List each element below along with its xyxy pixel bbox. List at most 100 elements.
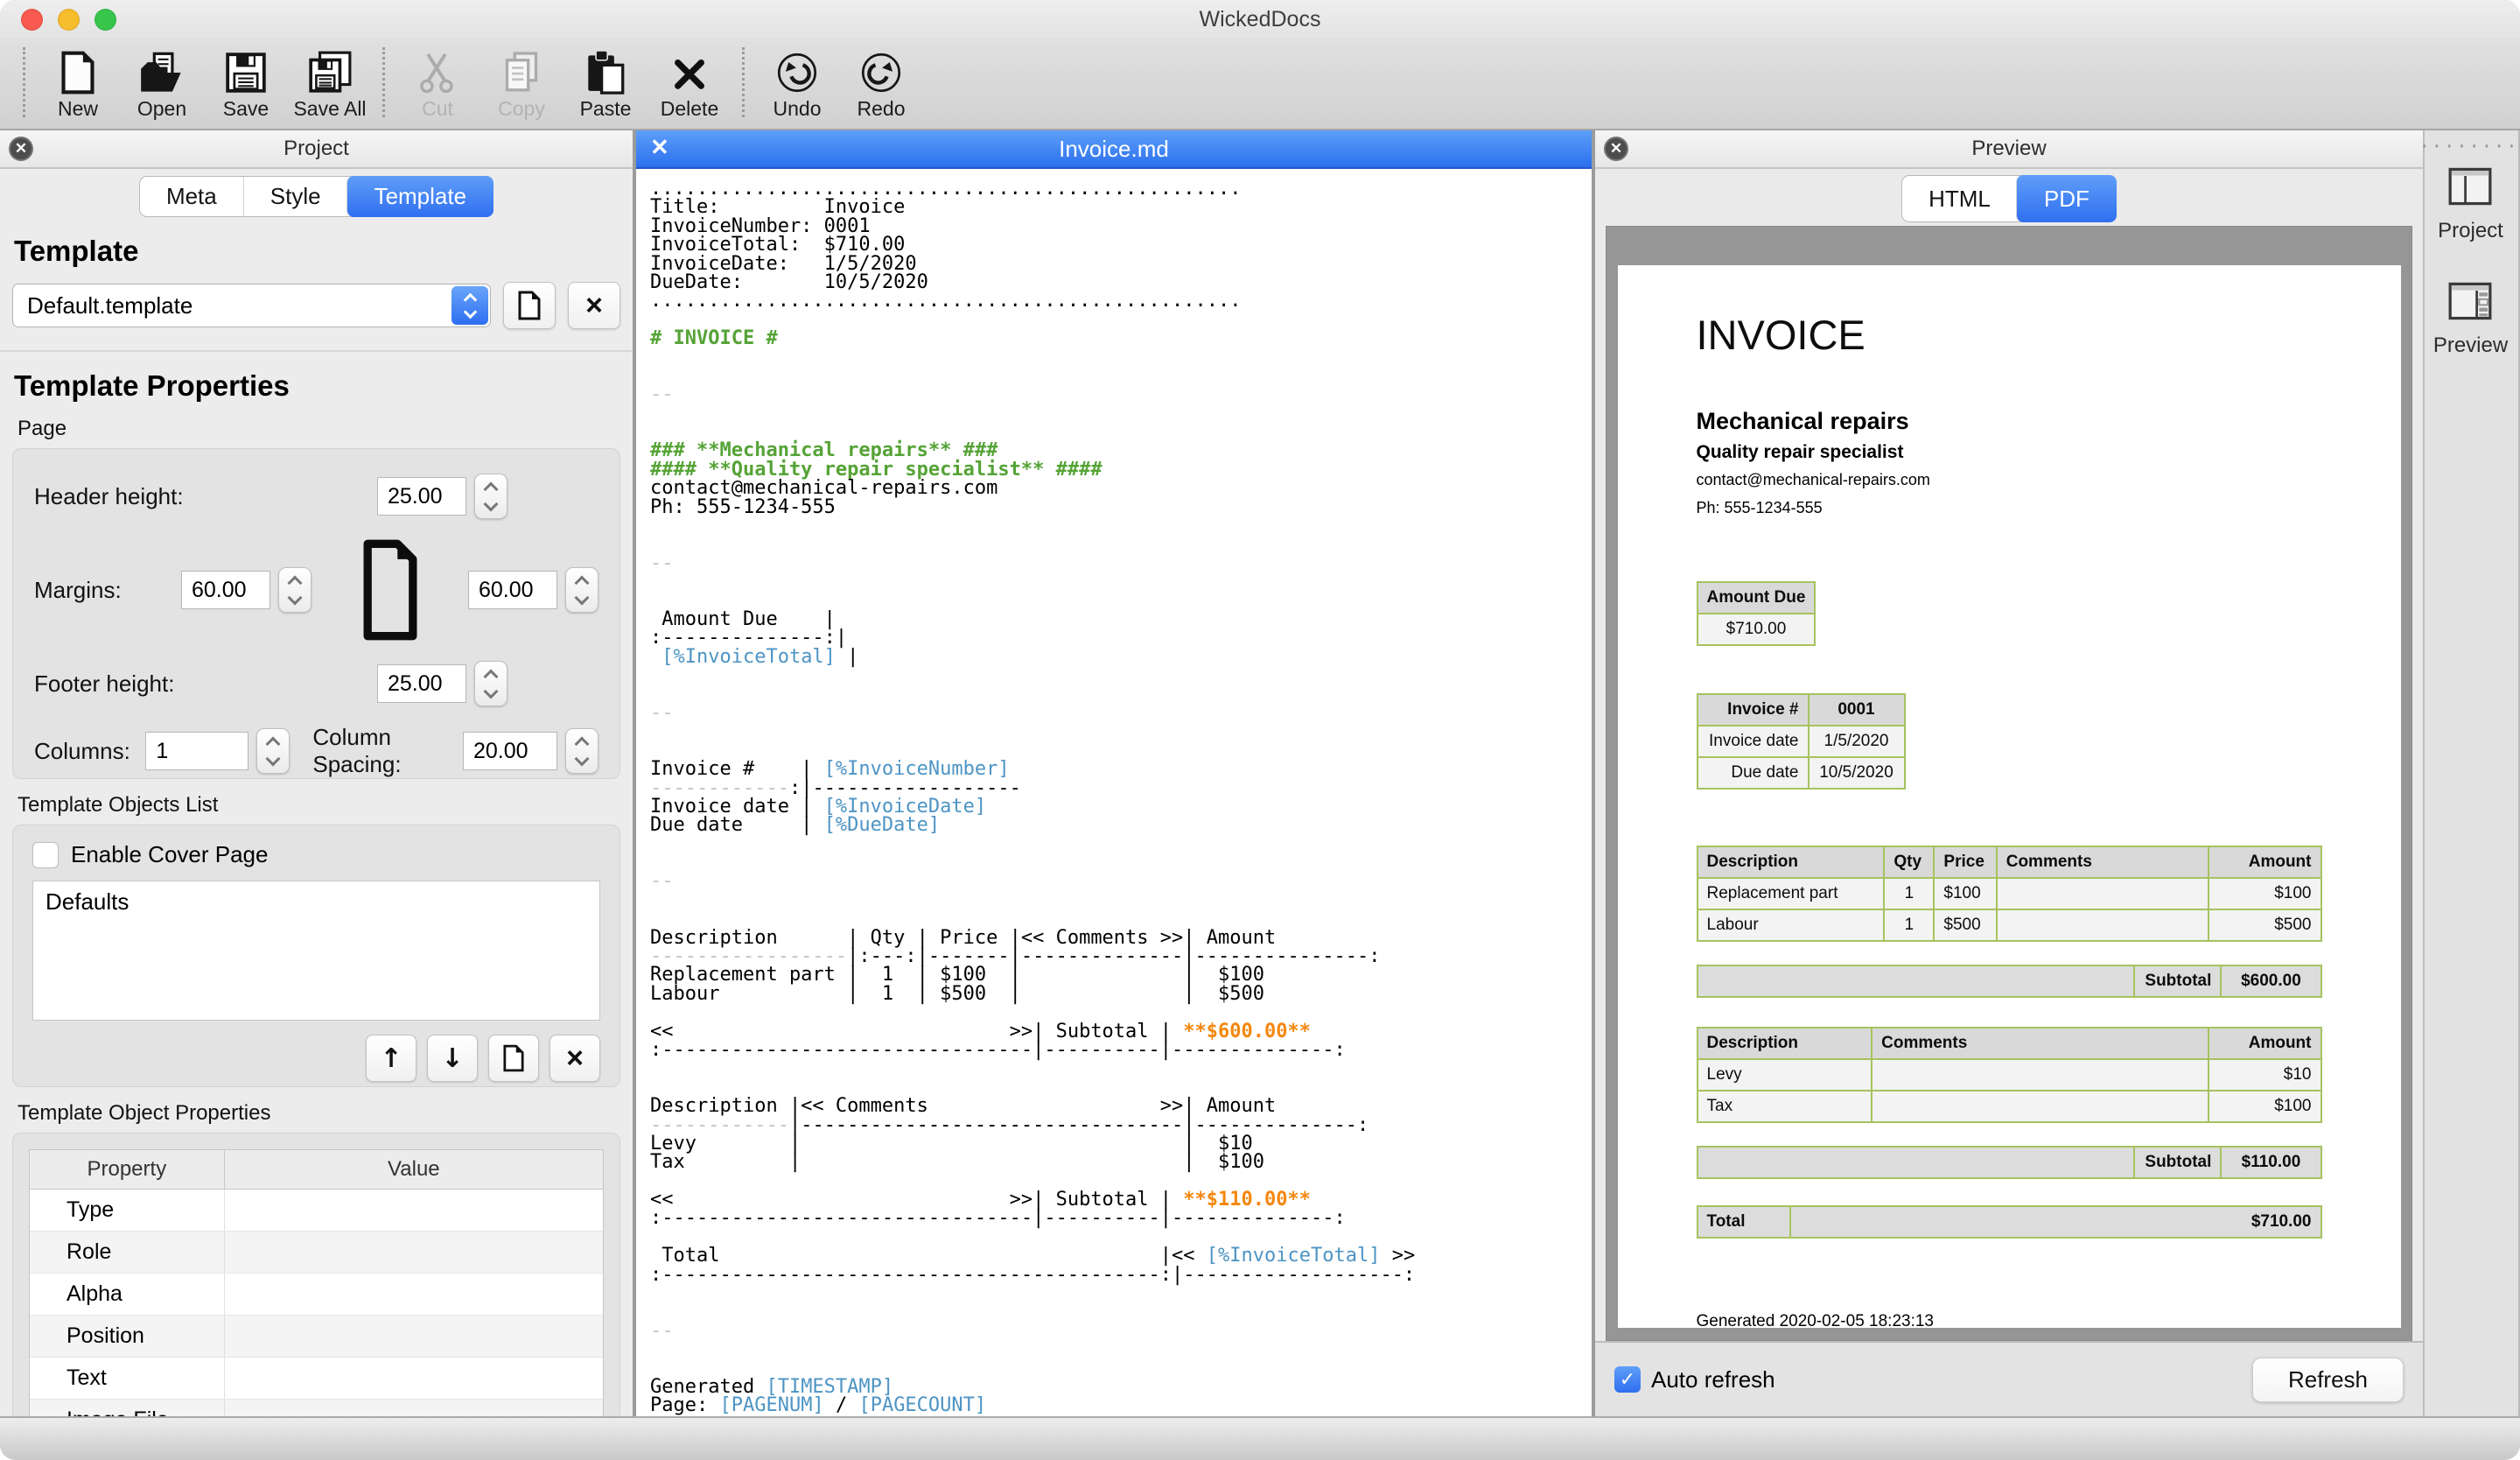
- editor-line[interactable]: [650, 367, 1592, 385]
- editor-line[interactable]: Labour | 1 | $500 | | $500: [650, 985, 1592, 1003]
- editor-line[interactable]: [650, 1078, 1592, 1097]
- copy-button[interactable]: Copy: [480, 42, 564, 121]
- undo-button[interactable]: Undo: [755, 42, 839, 121]
- property-row[interactable]: Role: [30, 1232, 603, 1274]
- editor-line[interactable]: [650, 835, 1592, 853]
- property-row[interactable]: Text: [30, 1358, 603, 1400]
- new-button[interactable]: New: [36, 42, 120, 121]
- editor-line[interactable]: [650, 592, 1592, 610]
- open-button[interactable]: Open: [120, 42, 204, 121]
- delete-template-button[interactable]: ×: [568, 282, 620, 329]
- editor-line[interactable]: Replacement part | 1 | $100 | | $100: [650, 965, 1592, 984]
- tab-style[interactable]: Style: [243, 177, 347, 216]
- editor-line[interactable]: [650, 891, 1592, 909]
- editor-line[interactable]: :---------------------------------------…: [650, 1266, 1592, 1284]
- move-object-down-button[interactable]: ↓: [427, 1035, 478, 1082]
- minimize-window-button[interactable]: [58, 9, 80, 31]
- editor-line[interactable]: ........................................…: [650, 179, 1592, 198]
- tab-pdf[interactable]: PDF: [2016, 175, 2117, 222]
- editor-content[interactable]: ........................................…: [636, 169, 1592, 1416]
- editor-line[interactable]: [650, 741, 1592, 760]
- editor-line[interactable]: InvoiceTotal: $710.00: [650, 235, 1592, 254]
- editor-line[interactable]: Tax | | $100: [650, 1153, 1592, 1171]
- move-object-up-button[interactable]: ↑: [366, 1035, 416, 1082]
- editor-line[interactable]: << >>| Subtotal | **$110.00**: [650, 1190, 1592, 1209]
- editor-line[interactable]: :--------------------------------|------…: [650, 1041, 1592, 1059]
- close-project-panel-icon[interactable]: ✕: [9, 137, 33, 161]
- editor-line[interactable]: [650, 572, 1592, 591]
- editor-line[interactable]: Title: Invoice: [650, 198, 1592, 216]
- editor-line[interactable]: Generated [TIMESTAMP]: [650, 1378, 1592, 1396]
- editor-line[interactable]: [650, 722, 1592, 741]
- editor-line[interactable]: [650, 1172, 1592, 1190]
- editor-line[interactable]: [650, 685, 1592, 704]
- editor-line[interactable]: [650, 348, 1592, 367]
- editor-line[interactable]: ### **Mechanical repairs** ###: [650, 441, 1592, 460]
- editor-line[interactable]: ------------:|------------------: [650, 779, 1592, 797]
- save-button[interactable]: Save: [204, 42, 288, 121]
- columns-input[interactable]: 1: [145, 732, 248, 770]
- zoom-window-button[interactable]: [94, 9, 116, 31]
- close-document-icon[interactable]: ✕: [650, 134, 669, 161]
- editor-line[interactable]: [650, 1359, 1592, 1378]
- property-row[interactable]: Alpha: [30, 1274, 603, 1316]
- pdf-viewport[interactable]: INVOICE Mechanical repairs Quality repai…: [1606, 226, 2412, 1341]
- new-object-button[interactable]: [488, 1035, 539, 1082]
- editor-line[interactable]: #### **Quality repair specialist** ####: [650, 460, 1592, 479]
- dock-preview-button[interactable]: Preview: [2433, 282, 2508, 358]
- editor-line[interactable]: # INVOICE #: [650, 329, 1592, 347]
- editor-line[interactable]: [650, 1059, 1592, 1077]
- editor-line[interactable]: Description | Qty | Price |<< Comments >…: [650, 929, 1592, 947]
- close-preview-panel-icon[interactable]: ✕: [1604, 137, 1628, 161]
- dock-drag-handle[interactable]: ········: [2420, 143, 2520, 151]
- editor-line[interactable]: DueDate: 10/5/2020: [650, 273, 1592, 291]
- delete-button[interactable]: Delete: [648, 42, 732, 121]
- editor-line[interactable]: --: [650, 704, 1592, 722]
- editor-line[interactable]: [650, 1340, 1592, 1358]
- editor-line[interactable]: [650, 1284, 1592, 1302]
- editor-line[interactable]: ------------|---------------------------…: [650, 1116, 1592, 1134]
- new-template-button[interactable]: [503, 282, 556, 329]
- editor-line[interactable]: --: [650, 872, 1592, 890]
- margin-left-input[interactable]: 60.00: [181, 571, 270, 609]
- editor-line[interactable]: << >>| Subtotal | **$600.00**: [650, 1022, 1592, 1041]
- footer-height-input[interactable]: 25.00: [377, 664, 466, 703]
- property-row[interactable]: Image File: [30, 1400, 603, 1416]
- template-select[interactable]: Default.template: [12, 284, 491, 327]
- editor-line[interactable]: [%InvoiceTotal] |: [650, 648, 1592, 666]
- enable-cover-page-checkbox[interactable]: [32, 842, 59, 868]
- list-item[interactable]: Defaults: [46, 888, 587, 916]
- editor-line[interactable]: :--------------:|: [650, 628, 1592, 647]
- property-row[interactable]: Position: [30, 1316, 603, 1358]
- margin-right-stepper[interactable]: [565, 567, 598, 613]
- editor-line[interactable]: InvoiceDate: 1/5/2020: [650, 255, 1592, 273]
- editor-line[interactable]: ........................................…: [650, 291, 1592, 310]
- tab-meta[interactable]: Meta: [140, 177, 243, 216]
- editor-line[interactable]: [650, 423, 1592, 441]
- editor-line[interactable]: InvoiceNumber: 0001: [650, 217, 1592, 235]
- editor-line[interactable]: Invoice date | [%InvoiceDate]: [650, 797, 1592, 816]
- cut-button[interactable]: Cut: [396, 42, 480, 121]
- redo-button[interactable]: Redo: [839, 42, 923, 121]
- editor-line[interactable]: [650, 853, 1592, 872]
- editor-line[interactable]: -----------------|:---:|-------|--------…: [650, 947, 1592, 965]
- editor-line[interactable]: [650, 1228, 1592, 1246]
- close-window-button[interactable]: [21, 9, 43, 31]
- property-row[interactable]: Type: [30, 1190, 603, 1232]
- template-select-stepper[interactable]: [452, 286, 488, 325]
- editor-line[interactable]: [650, 1302, 1592, 1321]
- column-spacing-input[interactable]: 20.00: [463, 732, 557, 770]
- template-objects-listbox[interactable]: Defaults: [32, 881, 600, 1021]
- editor-line[interactable]: [650, 516, 1592, 535]
- margin-right-input[interactable]: 60.00: [468, 571, 557, 609]
- editor-line[interactable]: Invoice # | [%InvoiceNumber]: [650, 760, 1592, 778]
- paste-button[interactable]: Paste: [564, 42, 648, 121]
- delete-object-button[interactable]: ×: [550, 1035, 600, 1082]
- editor-line[interactable]: Description |<< Comments >>| Amount: [650, 1097, 1592, 1115]
- margin-left-stepper[interactable]: [278, 567, 312, 613]
- refresh-button[interactable]: Refresh: [2252, 1358, 2404, 1402]
- column-spacing-stepper[interactable]: [565, 728, 598, 774]
- editor-line[interactable]: Page: [PAGENUM] / [PAGECOUNT]: [650, 1396, 1592, 1414]
- editor-line[interactable]: [650, 909, 1592, 928]
- auto-refresh-checkbox[interactable]: ✓: [1614, 1366, 1641, 1393]
